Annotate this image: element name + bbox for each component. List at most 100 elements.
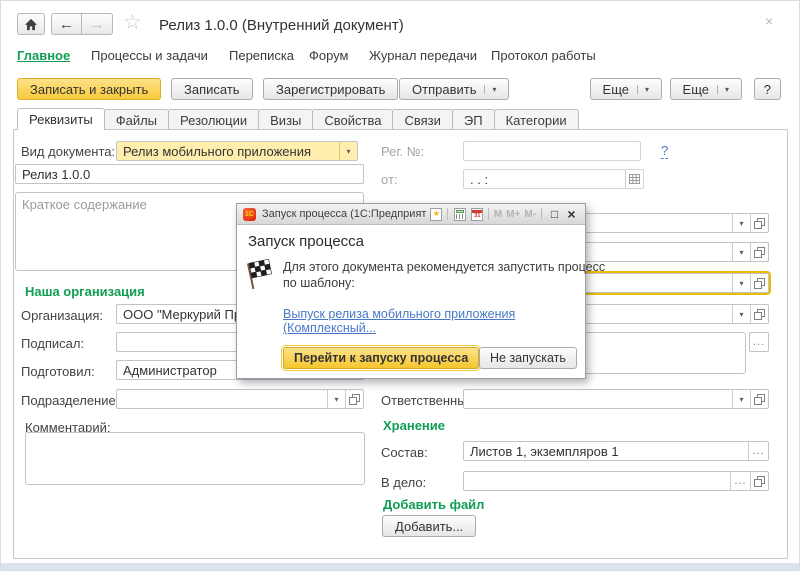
contents-ellipsis-icon[interactable]: ... bbox=[748, 442, 768, 460]
document-title-field[interactable]: Релиз 1.0.0 bbox=[15, 164, 364, 184]
home-button[interactable] bbox=[17, 13, 45, 35]
register-button[interactable]: Зарегистрировать bbox=[263, 78, 398, 100]
save-button[interactable]: Записать bbox=[171, 78, 253, 100]
hidden-textarea-ellipsis-icon: ... bbox=[750, 333, 768, 351]
help-label: ? bbox=[764, 82, 771, 97]
more-dropdown-icon-2[interactable]: ▾ bbox=[717, 85, 729, 94]
hidden-field-2-dropdown-icon[interactable]: ▾ bbox=[732, 243, 750, 261]
document-kind-field[interactable]: Релиз мобильного приложения ▾ bbox=[116, 141, 358, 161]
memory-mplus-icon[interactable]: M+ bbox=[506, 209, 520, 220]
save-and-close-label: Записать и закрыть bbox=[30, 82, 148, 97]
contents-field[interactable]: Листов 1, экземпляров 1 ... bbox=[463, 441, 769, 461]
page-title: Релиз 1.0.0 (Внутренний документ) bbox=[159, 17, 404, 34]
responsible-open-icon[interactable] bbox=[750, 390, 768, 408]
document-kind-value: Релиз мобильного приложения bbox=[117, 142, 339, 160]
dialog-titlebar[interactable]: 1С Запуск процесса (1С:Предприятие) ★ 31… bbox=[237, 204, 585, 225]
tab-vizy[interactable]: Визы bbox=[258, 109, 313, 130]
send-button[interactable]: Отправить ▾ bbox=[399, 78, 509, 100]
send-label: Отправить bbox=[412, 82, 476, 97]
menu-correspondence[interactable]: Переписка bbox=[229, 48, 294, 63]
our-organization-section-heading: Наша организация bbox=[25, 284, 145, 299]
start-process-button[interactable]: Перейти к запуску процесса bbox=[283, 347, 479, 369]
date-label: от: bbox=[381, 172, 398, 187]
calendar-day-text: 31 bbox=[474, 213, 481, 219]
add-file-label: Добавить... bbox=[395, 519, 463, 534]
dialog-body: Запуск процесса Для этого документа реко… bbox=[237, 225, 585, 379]
back-button[interactable]: ← bbox=[51, 13, 82, 35]
prepared-label: Подготовил: bbox=[21, 364, 95, 379]
forward-button[interactable]: → bbox=[82, 13, 113, 35]
menu-forum[interactable]: Форум bbox=[309, 48, 349, 63]
memory-mminus-icon[interactable]: M- bbox=[524, 209, 536, 220]
titlebar-separator bbox=[447, 208, 448, 220]
calculator-icon[interactable] bbox=[453, 207, 468, 222]
hidden-field-3-dropdown-icon[interactable]: ▾ bbox=[732, 274, 750, 292]
hidden-field-4-dropdown-icon[interactable]: ▾ bbox=[732, 305, 750, 323]
menu-processes[interactable]: Процессы и задачи bbox=[91, 48, 208, 63]
maximize-glyph: □ bbox=[551, 208, 558, 220]
1c-logo-icon: 1С bbox=[243, 208, 256, 221]
tab-resolutions[interactable]: Резолюции bbox=[168, 109, 259, 130]
help-button[interactable]: ? bbox=[754, 78, 781, 100]
dialog-close-glyph: × bbox=[567, 207, 575, 221]
start-process-label: Перейти к запуску процесса bbox=[294, 351, 468, 365]
document-kind-dropdown-icon[interactable]: ▾ bbox=[339, 142, 357, 160]
back-icon: ← bbox=[59, 16, 74, 33]
case-field[interactable]: ... bbox=[463, 471, 769, 491]
department-field[interactable]: ▾ bbox=[116, 389, 364, 409]
reg-number-field[interactable] bbox=[463, 141, 641, 161]
favorite-glyph: ☆ bbox=[123, 11, 142, 34]
reg-number-help-link[interactable]: ? bbox=[661, 143, 668, 159]
send-dropdown-icon[interactable]: ▾ bbox=[484, 85, 496, 94]
add-file-button[interactable]: Добавить... bbox=[382, 515, 476, 537]
favorites-page-icon[interactable]: ★ bbox=[429, 207, 444, 222]
do-not-start-label: Не запускать bbox=[490, 351, 566, 365]
add-file-section-heading: Добавить файл bbox=[383, 497, 484, 512]
date-placeholder: . . : bbox=[464, 170, 625, 188]
hidden-field-4-open-icon[interactable] bbox=[750, 305, 768, 323]
hidden-textarea-ellipsis-button[interactable]: ... bbox=[749, 332, 769, 352]
date-field[interactable]: . . : bbox=[463, 169, 644, 189]
signed-label: Подписал: bbox=[21, 336, 84, 351]
case-ellipsis-icon[interactable]: ... bbox=[730, 472, 750, 490]
tab-categories[interactable]: Категории bbox=[494, 109, 579, 130]
more-dropdown-icon-1[interactable]: ▾ bbox=[637, 85, 649, 94]
hidden-field-1-open-icon[interactable] bbox=[750, 214, 768, 232]
case-label: В дело: bbox=[381, 475, 426, 490]
dialog-maximize-icon[interactable]: □ bbox=[547, 207, 562, 222]
favorite-star-icon[interactable]: ☆ bbox=[123, 12, 142, 33]
hidden-field-2-open-icon[interactable] bbox=[750, 243, 768, 261]
department-dropdown-icon[interactable]: ▾ bbox=[327, 390, 345, 408]
tab-ep[interactable]: ЭП bbox=[452, 109, 495, 130]
menu-main[interactable]: Главное bbox=[17, 48, 70, 63]
tab-rekvizity[interactable]: Реквизиты bbox=[17, 108, 105, 130]
responsible-dropdown-icon[interactable]: ▾ bbox=[732, 390, 750, 408]
hidden-field-3-open-icon[interactable] bbox=[750, 274, 768, 292]
memory-m-icon[interactable]: M bbox=[494, 209, 502, 220]
date-calendar-icon[interactable] bbox=[625, 170, 643, 188]
tab-files[interactable]: Файлы bbox=[104, 109, 169, 130]
summary-placeholder: Краткое содержание bbox=[22, 197, 147, 212]
comment-textarea[interactable] bbox=[25, 432, 365, 485]
checkered-flag-icon bbox=[245, 259, 277, 293]
case-open-icon[interactable] bbox=[750, 472, 768, 490]
contents-label: Состав: bbox=[381, 445, 428, 460]
dialog-close-icon[interactable]: × bbox=[564, 207, 579, 222]
more-label-2: Еще bbox=[683, 82, 709, 97]
responsible-field[interactable]: ▾ bbox=[463, 389, 769, 409]
process-template-link[interactable]: Выпуск релиза мобильного приложения (Ком… bbox=[283, 307, 585, 335]
do-not-start-button[interactable]: Не запускать bbox=[479, 347, 577, 369]
more-button-1[interactable]: Еще ▾ bbox=[590, 78, 662, 100]
calendar-icon[interactable]: 31 bbox=[470, 207, 485, 222]
hidden-field-1-dropdown-icon[interactable]: ▾ bbox=[732, 214, 750, 232]
titlebar-separator bbox=[488, 208, 489, 220]
more-button-2[interactable]: Еще ▾ bbox=[670, 78, 742, 100]
menu-work-protocol[interactable]: Протокол работы bbox=[491, 48, 596, 63]
department-open-icon[interactable] bbox=[345, 390, 363, 408]
tab-properties[interactable]: Свойства bbox=[312, 109, 393, 130]
tab-links[interactable]: Связи bbox=[392, 109, 452, 130]
close-window-icon[interactable]: × bbox=[765, 14, 773, 28]
menu-transfer-log[interactable]: Журнал передачи bbox=[369, 48, 477, 63]
reg-number-value bbox=[464, 142, 640, 160]
save-and-close-button[interactable]: Записать и закрыть bbox=[17, 78, 161, 100]
